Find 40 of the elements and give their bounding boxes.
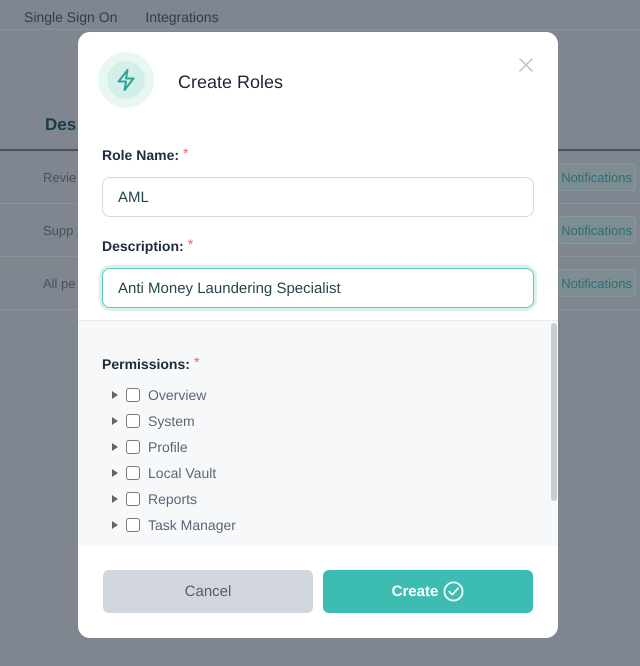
permissions-label: Permissions: [102, 355, 190, 373]
row-text: Revie [43, 170, 76, 184]
caret-icon[interactable] [112, 417, 118, 425]
cancel-button[interactable]: Cancel [103, 570, 313, 613]
checkbox[interactable] [126, 518, 140, 532]
text-input[interactable]: AML [102, 177, 534, 217]
caret-icon[interactable] [112, 443, 118, 451]
page-tab[interactable]: Single Sign On [24, 8, 118, 26]
caret-icon[interactable] [112, 521, 118, 529]
row-text: Supp [43, 222, 74, 238]
required-mark: * [183, 146, 188, 160]
checkbox[interactable] [126, 388, 140, 402]
caret-icon[interactable] [112, 469, 118, 477]
text-input[interactable]: Anti Money Laundering Specialist [102, 268, 534, 308]
check-circle-icon [443, 581, 464, 602]
checkbox[interactable] [126, 466, 140, 480]
category-tag: Notifications [557, 269, 636, 297]
permission-label[interactable]: Reports [148, 490, 198, 508]
field-label: Role Name: [102, 146, 180, 164]
scrollbar[interactable] [551, 323, 557, 501]
checkbox[interactable] [126, 440, 140, 454]
category-tag: Notifications [557, 163, 636, 191]
permission-label[interactable]: Local Vault [148, 464, 216, 482]
field-label: Description: [102, 237, 184, 255]
permission-label[interactable]: Profile [148, 438, 188, 456]
permission-label[interactable]: System [148, 412, 195, 430]
required-mark: * [194, 355, 200, 369]
row-text: All pe [43, 276, 76, 290]
permission-label[interactable]: Overview [148, 386, 206, 404]
lightning-icon [98, 52, 154, 108]
caret-icon[interactable] [112, 391, 118, 399]
checkbox[interactable] [126, 492, 140, 506]
required-mark: * [188, 237, 194, 251]
caret-icon[interactable] [112, 495, 118, 503]
dialog-title: Create Roles [178, 70, 284, 92]
column-heading: Des [45, 115, 76, 135]
page-tab[interactable]: Integrations [145, 8, 219, 26]
checkbox[interactable] [126, 414, 140, 428]
permission-label[interactable]: Task Manager [148, 516, 236, 534]
category-tag: Notifications [557, 216, 636, 244]
